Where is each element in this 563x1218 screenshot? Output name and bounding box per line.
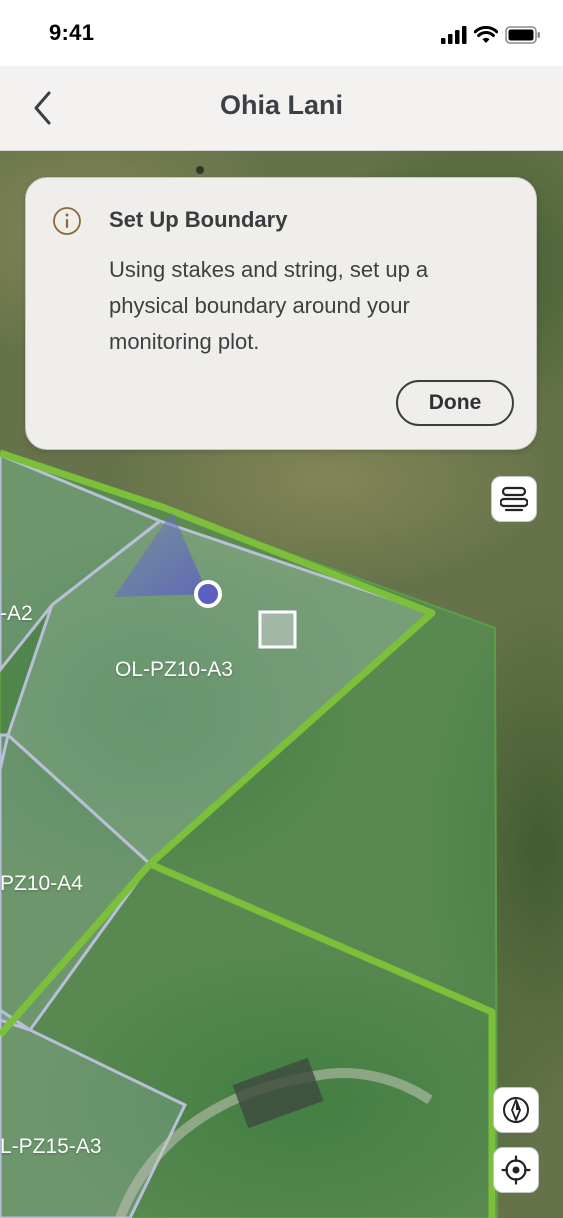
page-title: Ohia Lani (219, 90, 344, 120)
plot-label-a15: L-PZ15-A3 (0, 1135, 102, 1158)
wifi-icon (474, 26, 498, 43)
user-location-dot (194, 580, 222, 608)
compass-button[interactable] (493, 1087, 539, 1133)
locate-icon (501, 1155, 531, 1185)
terrain-speck (196, 166, 204, 174)
info-icon (53, 207, 81, 235)
plot-marker[interactable] (258, 610, 297, 649)
layers-icon (500, 486, 528, 512)
plot-label-a2: -A2 (0, 602, 33, 625)
plot-label-a4: PZ10-A4 (0, 872, 83, 895)
info-card: Set Up Boundary Using stakes and string,… (25, 177, 537, 450)
battery-icon (505, 26, 540, 44)
done-button[interactable]: Done (396, 380, 514, 426)
compass-icon (503, 1097, 529, 1123)
status-bar: 9:41 (0, 0, 563, 66)
signal-icon (441, 26, 467, 44)
info-card-title: Set Up Boundary (109, 207, 288, 232)
status-time: 9:41 (49, 20, 95, 45)
plot-label-a3: OL-PZ10-A3 (115, 658, 233, 681)
layers-button[interactable] (491, 476, 537, 522)
info-card-body: Using stakes and string, set up a physic… (109, 257, 429, 354)
nav-bar: Ohia Lani (0, 66, 563, 151)
locate-button[interactable] (493, 1147, 539, 1193)
status-icons (441, 24, 541, 46)
